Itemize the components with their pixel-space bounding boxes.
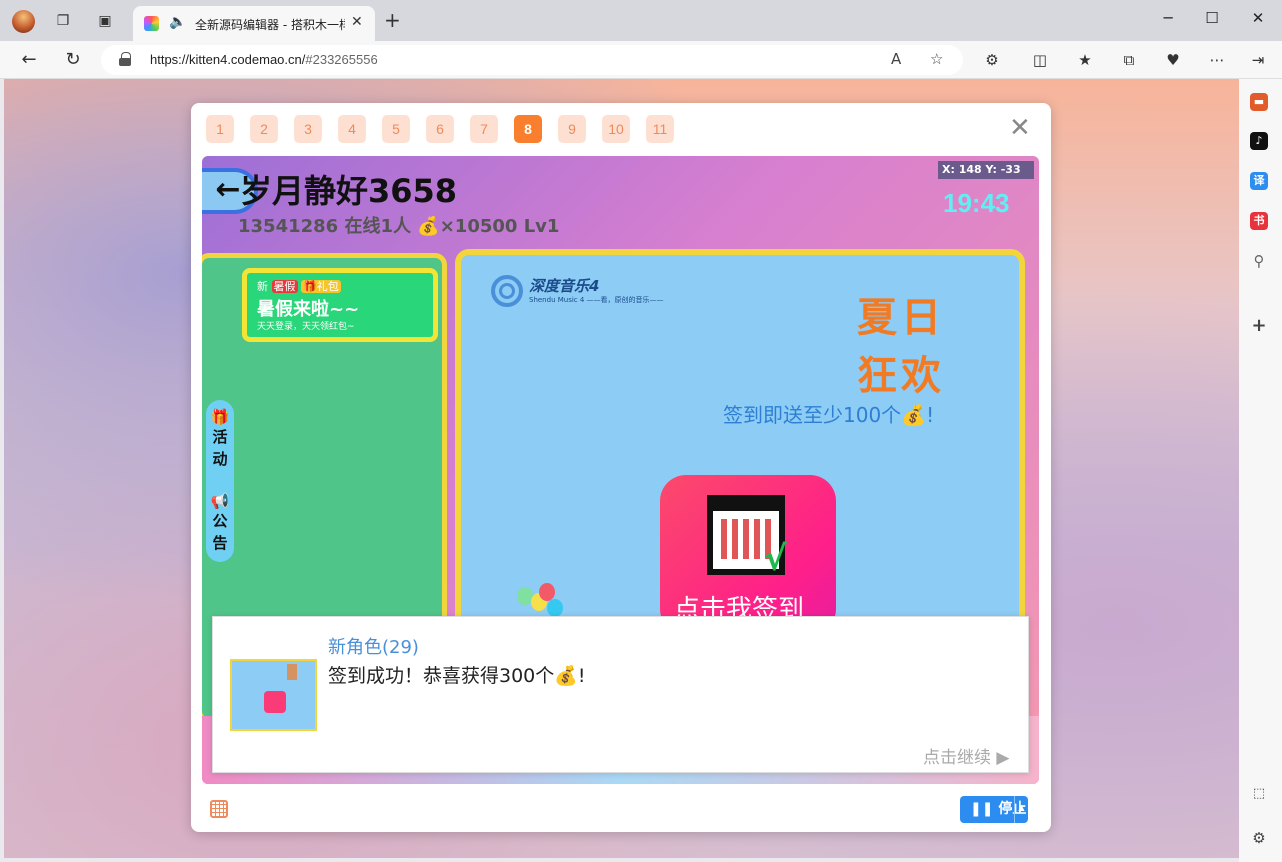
- window-close-button[interactable]: ✕: [1248, 9, 1268, 27]
- url-host: https://kitten4.codemao.cn/: [150, 52, 306, 67]
- reload-button[interactable]: ↻: [62, 49, 84, 71]
- summer-banner[interactable]: 新 暑假 🎁礼包 暑假来啦~~ 天天登录，天天领红包~: [242, 268, 438, 342]
- tag-new: 新: [257, 280, 268, 293]
- minimize-button[interactable]: ─: [1158, 9, 1178, 27]
- activity-tab[interactable]: 活 动: [208, 426, 232, 470]
- edge-sidebar: ▬ ♪ 译 书 ⚲ + ⬚ ⚙: [1239, 79, 1282, 862]
- pause-icon: ❚❚: [970, 801, 994, 817]
- signin-button[interactable]: √ 点击我签到: [660, 475, 836, 635]
- tab-actions-icon[interactable]: ▣: [97, 13, 113, 29]
- screenshot-icon[interactable]: ⬚: [1250, 785, 1268, 803]
- page-button-11[interactable]: 11: [646, 115, 674, 143]
- page-button-1[interactable]: 1: [206, 115, 234, 143]
- favorites-icon[interactable]: ★: [1075, 51, 1095, 69]
- browser-tab[interactable]: 🔈 全新源码编辑器 - 搭积木一样 ✕: [133, 6, 375, 41]
- dialog-speaker: 新角色(29): [328, 637, 419, 658]
- modal-close-button[interactable]: ✕: [1009, 115, 1031, 141]
- translate-icon[interactable]: 译: [1250, 172, 1268, 190]
- toolbox-icon[interactable]: ▬: [1250, 93, 1268, 111]
- xiaohongshu-icon[interactable]: 书: [1250, 212, 1268, 230]
- tab-title: 全新源码编辑器 - 搭积木一样: [195, 18, 345, 32]
- lock-icon[interactable]: [119, 52, 131, 66]
- sidebar-toggle-icon[interactable]: ⇥: [1248, 51, 1268, 69]
- user-id: 13541286: [238, 216, 339, 237]
- username: 岁月静好3658: [240, 172, 458, 210]
- tag-gift: 🎁礼包: [301, 280, 341, 293]
- side-tabs: 🎁 活 动 📢 公 告: [206, 400, 234, 562]
- thumb-button-mark: [264, 691, 286, 713]
- new-tab-button[interactable]: +: [384, 10, 401, 30]
- logo-name: 深度音乐4: [529, 277, 600, 295]
- page-button-5[interactable]: 5: [382, 115, 410, 143]
- online-count: 在线1人: [344, 216, 412, 237]
- speaker-thumbnail: [230, 659, 317, 731]
- user-level: Lv1: [523, 216, 560, 237]
- dialog-box[interactable]: 新角色(29) 签到成功！恭喜获得300个💰! 点击继续 ▶: [212, 616, 1029, 773]
- url-text[interactable]: https://kitten4.codemao.cn/#233265556: [150, 52, 378, 67]
- tab-close-button[interactable]: ✕: [351, 14, 363, 30]
- browser-essentials-icon[interactable]: ♥: [1163, 51, 1183, 69]
- tab-favicon-icon: [144, 16, 159, 31]
- summer-title-line1: 夏日: [857, 295, 945, 341]
- maximize-button[interactable]: ☐: [1202, 9, 1222, 27]
- page-button-3[interactable]: 3: [294, 115, 322, 143]
- search-icon[interactable]: ⚲: [1250, 252, 1268, 270]
- tag-summer: 暑假: [271, 280, 298, 293]
- notice-tab[interactable]: 公 告: [208, 510, 232, 554]
- summer-title-line2: 狂欢: [857, 353, 945, 399]
- stop-button[interactable]: ❚❚ 停止 ▲: [960, 796, 1028, 823]
- banner-tags: 新 暑假 🎁礼包: [257, 278, 341, 294]
- balloon-blue: [547, 599, 563, 617]
- extensions-icon[interactable]: ⚙: [982, 51, 1002, 69]
- gift-icon: 🎁: [210, 408, 230, 426]
- navigation-toolbar: ← ↻ https://kitten4.codemao.cn/#23326555…: [0, 41, 1282, 79]
- music-logo-icon: [491, 275, 523, 307]
- tiktok-icon[interactable]: ♪: [1250, 132, 1268, 150]
- favorite-star-icon[interactable]: ☆: [930, 50, 943, 68]
- dialog-continue-button[interactable]: 点击继续 ▶: [923, 743, 1009, 768]
- speaker-icon[interactable]: 🔈: [169, 14, 186, 30]
- back-button[interactable]: ←: [18, 49, 40, 71]
- page-button-4[interactable]: 4: [338, 115, 366, 143]
- url-hash: #233265556: [305, 52, 378, 67]
- dialog-message: 签到成功！恭喜获得300个💰!: [328, 665, 586, 687]
- page-button-6[interactable]: 6: [426, 115, 454, 143]
- thumb-title-mark: [287, 664, 297, 680]
- coin-count: 💰×10500: [417, 216, 518, 237]
- collections-icon[interactable]: ⧉: [1119, 51, 1139, 69]
- game-clock: 19:43: [943, 188, 1010, 218]
- settings-gear-icon[interactable]: ⚙: [1250, 829, 1268, 847]
- mouse-coordinates: X: 148 Y: -33: [938, 161, 1034, 179]
- profile-avatar[interactable]: [12, 10, 35, 33]
- more-menu-icon[interactable]: ⋯: [1207, 51, 1227, 69]
- add-icon[interactable]: +: [1250, 317, 1268, 335]
- grid-icon[interactable]: [210, 800, 228, 818]
- page-button-10[interactable]: 10: [602, 115, 630, 143]
- check-icon: √: [764, 539, 787, 579]
- megaphone-icon: 📢: [210, 492, 230, 510]
- logo-subtitle: Shendu Music 4 ——看，原创的音乐——: [529, 296, 664, 304]
- work-preview-modal: 1 2 3 4 5 6 7 8 9 10 11 ✕ 新 暑假 🎁礼包 暑假来啦~…: [191, 103, 1051, 832]
- read-aloud-icon[interactable]: A: [891, 50, 901, 68]
- user-info: 13541286 在线1人 💰×10500 Lv1: [238, 212, 559, 238]
- promo-text: 签到即送至少100个💰!: [723, 403, 935, 427]
- address-bar[interactable]: https://kitten4.codemao.cn/#233265556 A …: [101, 45, 963, 75]
- page-button-2[interactable]: 2: [250, 115, 278, 143]
- page-button-9[interactable]: 9: [558, 115, 586, 143]
- page-button-8-active[interactable]: 8: [514, 115, 542, 143]
- banner-subtitle: 天天登录，天天领红包~: [257, 322, 355, 332]
- caret-up-icon[interactable]: ▲: [1014, 796, 1028, 823]
- page-button-7[interactable]: 7: [470, 115, 498, 143]
- banner-title: 暑假来啦~~: [257, 299, 360, 320]
- workspaces-icon[interactable]: ❐: [55, 13, 71, 29]
- tab-strip: ❐ ▣ 🔈 全新源码编辑器 - 搭积木一样 ✕ + ─ ☐ ✕: [0, 0, 1282, 41]
- split-screen-icon[interactable]: ◫: [1030, 51, 1050, 69]
